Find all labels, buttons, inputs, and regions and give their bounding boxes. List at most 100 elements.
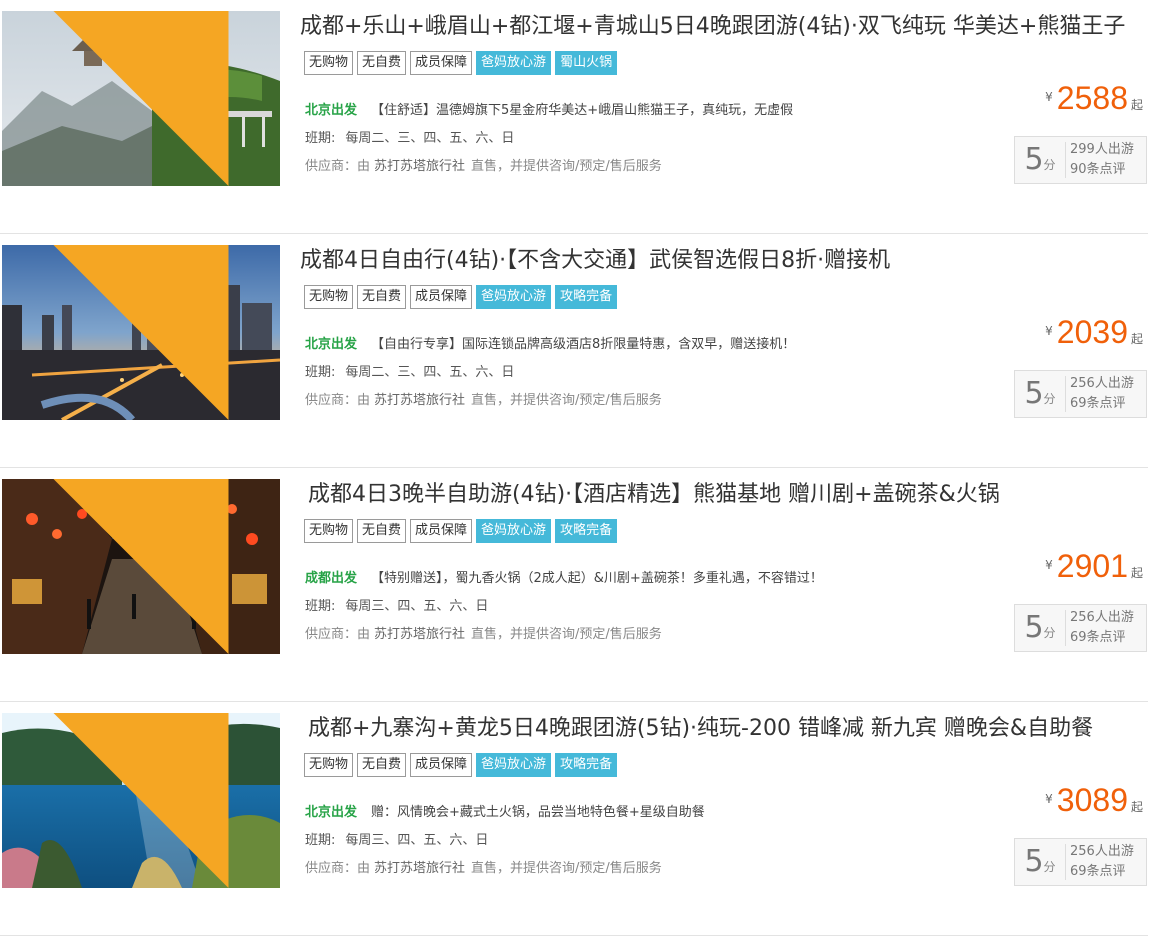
schedule-days: 每周二、三、四、五、六、日 <box>345 365 515 380</box>
product-description: 成都出发 【特别赠送】，蜀九香火锅（2成人起）&川剧+盖碗茶！多重礼遇，不容错过！ <box>305 567 823 586</box>
tag-feature: 攻略完备 <box>555 519 618 543</box>
price-suffix: 起 <box>1130 800 1143 814</box>
product-image[interactable] <box>2 479 280 654</box>
price: ¥3089 起 <box>1045 782 1143 819</box>
price-suffix: 起 <box>1130 566 1143 580</box>
review-count: 69条点评 <box>1070 630 1126 645</box>
tag-feature: 攻略完备 <box>555 753 618 777</box>
highlight-text: 赠：风情晚会+藏式土火锅，品尝当地特色餐+星级自助餐 <box>371 805 705 820</box>
departure-city: 成都出发 <box>305 571 358 586</box>
product-title[interactable]: 成都4日3晚半自助游(4钻)·【酒店精选】熊猫基地 赠川剧+盖碗茶&火锅 <box>308 480 1153 510</box>
product-title[interactable]: 成都+九寨沟+黄龙5日4晚跟团游(5钻)·纯玩-200 错峰减 新九宾 赠晚会&… <box>308 714 1153 744</box>
highlight-text: 【自由行专享】国际连锁品牌高级酒店8折限量特惠，含双早，赠送接机！ <box>371 337 796 352</box>
currency-symbol: ¥ <box>1045 792 1053 806</box>
tag-no-extra-fee: 无自费 <box>357 753 407 777</box>
tag-member-guarantee: 成员保障 <box>410 519 473 543</box>
currency-symbol: ¥ <box>1045 90 1053 104</box>
tag-no-extra-fee: 无自费 <box>357 51 407 75</box>
product-image[interactable] <box>2 11 280 186</box>
schedule-days: 每周二、三、四、五、六、日 <box>345 131 515 146</box>
schedule-label: 班期: <box>305 599 336 614</box>
price-suffix: 起 <box>1130 332 1143 346</box>
tag-member-guarantee: 成员保障 <box>410 51 473 75</box>
product-image[interactable] <box>2 713 280 888</box>
supplier-name[interactable]: 苏打苏塔旅行社 <box>374 159 465 174</box>
rating-box[interactable]: 5分 256人出游 69条点评 <box>1014 370 1147 418</box>
supplier-note: 直售，并提供咨询/预定/售后服务 <box>471 159 662 174</box>
recommend-ribbon <box>53 11 229 186</box>
tag-no-extra-fee: 无自费 <box>357 285 407 309</box>
rating-counts: 299人出游 90条点评 <box>1066 140 1134 180</box>
product-image[interactable] <box>2 245 280 420</box>
supplier-note: 直售，并提供咨询/预定/售后服务 <box>471 393 662 408</box>
currency-symbol: ¥ <box>1045 324 1053 338</box>
tag-list: 无购物 无自费 成员保障 爸妈放心游 攻略完备 <box>304 285 618 309</box>
tag-feature: 蜀山火锅 <box>555 51 618 75</box>
product-description: 北京出发 【住舒适】温德姆旗下5星金府华美达+峨眉山熊猫王子，真纯玩，无虚假 <box>305 99 793 118</box>
recommend-ribbon <box>53 479 229 654</box>
review-count: 69条点评 <box>1070 864 1126 879</box>
supplier-info: 供应商：由 苏打苏塔旅行社 直售，并提供咨询/预定/售后服务 <box>305 389 662 408</box>
highlight-text: 【住舒适】温德姆旗下5星金府华美达+峨眉山熊猫王子，真纯玩，无虚假 <box>371 103 794 118</box>
product-description: 北京出发 赠：风情晚会+藏式土火锅，品尝当地特色餐+星级自助餐 <box>305 801 705 820</box>
score: 5分 <box>1015 610 1066 646</box>
tag-list: 无购物 无自费 成员保障 爸妈放心游 攻略完备 <box>304 519 618 543</box>
price-value: 2039 <box>1056 314 1128 350</box>
score-unit: 分 <box>1043 860 1056 874</box>
score: 5分 <box>1015 376 1066 412</box>
tag-no-shopping: 无购物 <box>304 753 354 777</box>
tag-parents-trip: 爸妈放心游 <box>476 285 552 309</box>
score-unit: 分 <box>1043 158 1056 172</box>
traveler-count: 256人出游 <box>1070 844 1134 859</box>
tag-parents-trip: 爸妈放心游 <box>476 51 552 75</box>
score-value: 5 <box>1024 376 1044 411</box>
schedule: 班期: 每周三、四、五、六、日 <box>305 829 488 848</box>
rating-counts: 256人出游 69条点评 <box>1066 842 1134 882</box>
tag-no-shopping: 无购物 <box>304 285 354 309</box>
departure-city: 北京出发 <box>305 103 358 118</box>
tag-feature: 攻略完备 <box>555 285 618 309</box>
tag-member-guarantee: 成员保障 <box>410 285 473 309</box>
traveler-count: 256人出游 <box>1070 376 1134 391</box>
product-item: 成都+乐山+峨眉山+都江堰+青城山5日4晚跟团游(4钻)·双飞纯玩 华美达+熊猫… <box>0 0 1153 234</box>
product-title[interactable]: 成都+乐山+峨眉山+都江堰+青城山5日4晚跟团游(4钻)·双飞纯玩 华美达+熊猫… <box>300 12 1152 42</box>
score-unit: 分 <box>1043 392 1056 406</box>
rating-box[interactable]: 5分 299人出游 90条点评 <box>1014 136 1147 184</box>
score-value: 5 <box>1024 610 1044 645</box>
supplier-note: 直售，并提供咨询/预定/售后服务 <box>471 861 662 876</box>
price: ¥2039 起 <box>1045 314 1143 351</box>
tag-no-shopping: 无购物 <box>304 51 354 75</box>
score-value: 5 <box>1024 844 1044 879</box>
product-title[interactable]: 成都4日自由行(4钻)·【不含大交通】武侯智选假日8折·赠接机 <box>300 246 1152 276</box>
tag-member-guarantee: 成员保障 <box>410 753 473 777</box>
product-item: 成都+九寨沟+黄龙5日4晚跟团游(5钻)·纯玩-200 错峰减 新九宾 赠晚会&… <box>0 702 1153 936</box>
schedule-label: 班期: <box>305 131 336 146</box>
supplier-label: 供应商：由 <box>305 627 371 642</box>
supplier-label: 供应商：由 <box>305 393 371 408</box>
supplier-label: 供应商：由 <box>305 861 371 876</box>
schedule: 班期: 每周二、三、四、五、六、日 <box>305 127 514 146</box>
supplier-name[interactable]: 苏打苏塔旅行社 <box>374 861 465 876</box>
schedule: 班期: 每周三、四、五、六、日 <box>305 595 488 614</box>
rating-box[interactable]: 5分 256人出游 69条点评 <box>1014 604 1147 652</box>
price-suffix: 起 <box>1130 98 1143 112</box>
schedule-days: 每周三、四、五、六、日 <box>345 599 489 614</box>
highlight-text: 【特别赠送】，蜀九香火锅（2成人起）&川剧+盖碗茶！多重礼遇，不容错过！ <box>371 571 823 586</box>
supplier-info: 供应商：由 苏打苏塔旅行社 直售，并提供咨询/预定/售后服务 <box>305 857 662 876</box>
supplier-label: 供应商：由 <box>305 159 371 174</box>
tag-no-extra-fee: 无自费 <box>357 519 407 543</box>
departure-city: 北京出发 <box>305 805 358 820</box>
rating-box[interactable]: 5分 256人出游 69条点评 <box>1014 838 1147 886</box>
tag-list: 无购物 无自费 成员保障 爸妈放心游 攻略完备 <box>304 753 618 777</box>
score: 5分 <box>1015 142 1066 178</box>
schedule-label: 班期: <box>305 365 336 380</box>
price-value: 3089 <box>1056 782 1128 818</box>
product-item: 成都4日自由行(4钻)·【不含大交通】武侯智选假日8折·赠接机 无购物 无自费 … <box>0 234 1153 468</box>
tag-list: 无购物 无自费 成员保障 爸妈放心游 蜀山火锅 <box>304 51 618 75</box>
supplier-info: 供应商：由 苏打苏塔旅行社 直售，并提供咨询/预定/售后服务 <box>305 623 662 642</box>
price-value: 2588 <box>1056 80 1128 116</box>
recommend-ribbon <box>53 713 229 888</box>
rating-counts: 256人出游 69条点评 <box>1066 374 1134 414</box>
supplier-name[interactable]: 苏打苏塔旅行社 <box>374 627 465 642</box>
supplier-name[interactable]: 苏打苏塔旅行社 <box>374 393 465 408</box>
